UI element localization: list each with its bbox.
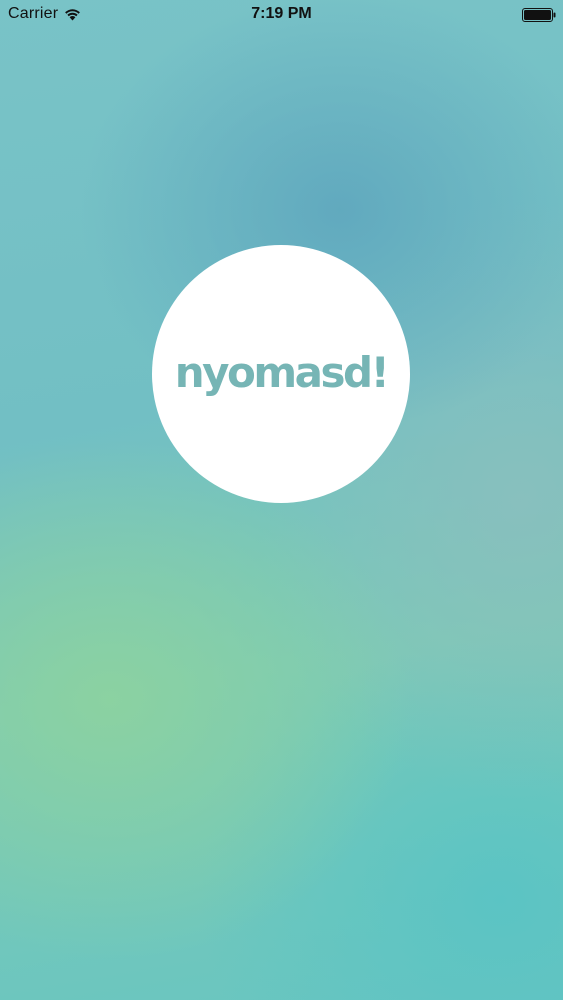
app-logo: nyomasd! [174, 347, 390, 397]
logo-circle: nyomasd! [152, 245, 410, 503]
battery-icon [522, 8, 556, 22]
status-bar: Carrier 7:19 PM [0, 0, 563, 30]
status-time: 7:19 PM [251, 5, 312, 22]
